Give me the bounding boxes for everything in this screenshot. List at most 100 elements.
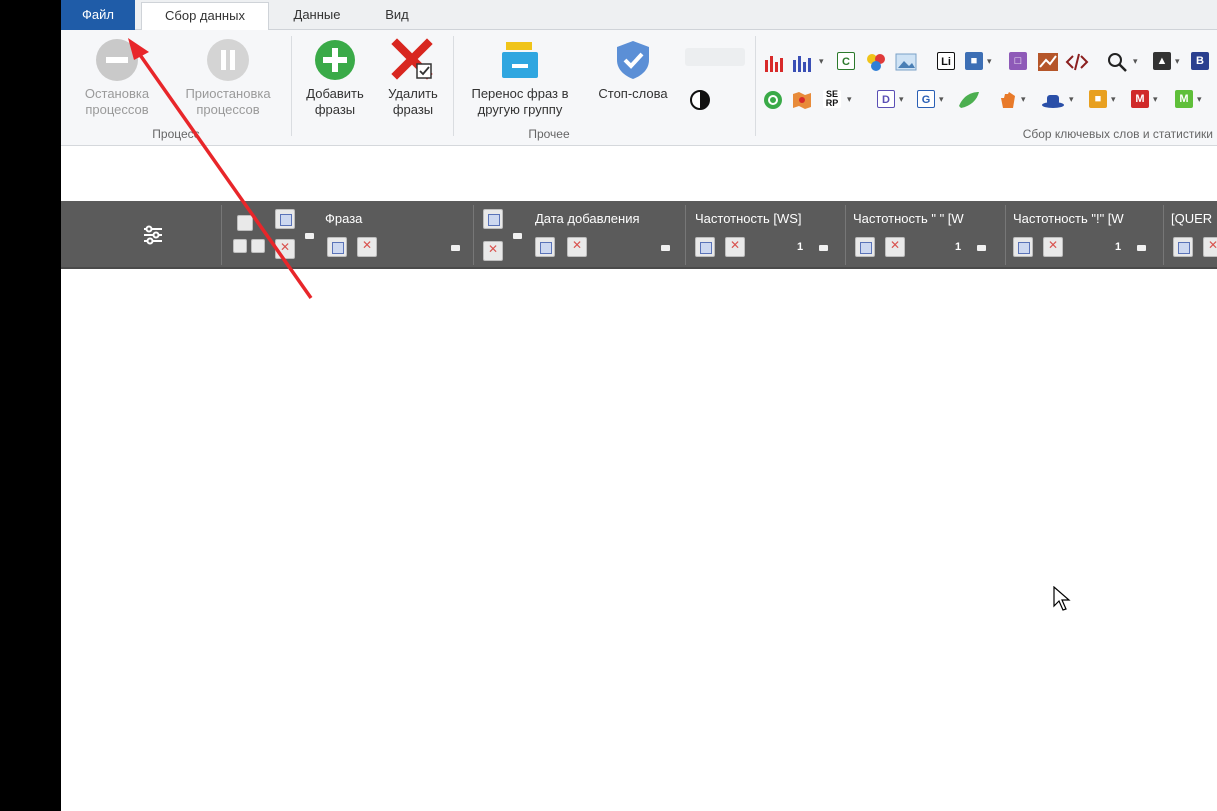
column-settings-icon[interactable]: [141, 223, 165, 247]
undo-redo-disabled: [685, 48, 745, 66]
orange-square-icon[interactable]: ■: [1089, 90, 1107, 108]
dropdown-arrow-icon[interactable]: ▾: [899, 94, 904, 105]
clear-filter-icon[interactable]: [357, 237, 377, 257]
pause-processes-button[interactable]: Приостановка процессов: [169, 38, 287, 118]
colors-icon[interactable]: [865, 52, 887, 72]
sort-marker[interactable]: [305, 233, 314, 239]
column-header-frequency-ws[interactable]: Частотность [WS]: [695, 211, 802, 226]
app-window: Файл Сбор данных Данные Вид Остановка пр…: [61, 0, 1217, 811]
column-header-phrase[interactable]: Фраза: [325, 211, 362, 226]
sort-marker[interactable]: [1137, 245, 1146, 251]
dropdown-arrow-icon[interactable]: ▾: [819, 56, 824, 67]
filter-icon[interactable]: [855, 237, 875, 257]
tab-view[interactable]: Вид: [367, 2, 427, 30]
stop-words-button[interactable]: Стоп-слова: [587, 38, 679, 102]
filter-icon[interactable]: [327, 237, 347, 257]
dropdown-arrow-icon[interactable]: ▾: [1069, 94, 1074, 105]
move-phrases-button[interactable]: Перенос фраз в другую группу: [457, 38, 583, 118]
search-icon[interactable]: [1107, 52, 1129, 72]
red-x-icon: [391, 38, 433, 80]
ribbon-separator: [291, 36, 292, 136]
column-separator: [685, 205, 686, 265]
dropdown-arrow-icon[interactable]: ▾: [1133, 56, 1138, 67]
image-icon[interactable]: [895, 52, 917, 72]
filter-icon[interactable]: [1173, 237, 1193, 257]
sort-marker[interactable]: [819, 245, 828, 251]
column-header-query[interactable]: [QUER: [1171, 211, 1212, 226]
dropdown-arrow-icon[interactable]: ▾: [1175, 56, 1180, 67]
sort-marker[interactable]: [513, 233, 522, 239]
group-label-other: Прочее: [528, 127, 570, 141]
tab-file[interactable]: Файл: [61, 0, 135, 30]
dropdown-arrow-icon[interactable]: ▾: [1021, 94, 1026, 105]
g-icon[interactable]: G: [917, 90, 935, 108]
grid-body-empty[interactable]: [61, 271, 1217, 811]
select-all-checkbox[interactable]: [237, 215, 253, 231]
bar-chart-icon[interactable]: [763, 52, 787, 72]
grid-header: Фраза Дата добавления Частотность [WS] 1…: [61, 201, 1217, 269]
clear-filter-icon[interactable]: [567, 237, 587, 257]
add-phrases-label: Добавить фразы: [306, 86, 364, 117]
group-label-process: Процесс: [152, 127, 200, 141]
hand-icon[interactable]: [997, 90, 1019, 110]
delete-phrases-button[interactable]: Удалить фразы: [377, 38, 449, 118]
pause-circle-icon: [207, 39, 249, 81]
map-icon[interactable]: [791, 90, 813, 110]
clear-filter-icon[interactable]: [1043, 237, 1063, 257]
square-blue-icon[interactable]: ■: [965, 52, 983, 70]
filter-icon[interactable]: [535, 237, 555, 257]
d-icon[interactable]: D: [877, 90, 895, 108]
stop-words-label: Стоп-слова: [598, 86, 668, 101]
contrast-icon[interactable]: [689, 89, 711, 111]
sort-order-indicator: 1: [955, 241, 962, 253]
dropdown-arrow-icon[interactable]: ▾: [939, 94, 944, 105]
chart-dark-icon[interactable]: ▲: [1153, 52, 1171, 70]
filter-icon[interactable]: [695, 237, 715, 257]
column-header-date-added[interactable]: Дата добавления: [535, 211, 640, 226]
purple-tool-icon[interactable]: □: [1009, 52, 1027, 70]
code-icon[interactable]: [1065, 52, 1089, 72]
tab-data[interactable]: Данные: [277, 2, 357, 30]
column-header-frequency-exclamation[interactable]: Частотность "!" [W: [1013, 211, 1124, 226]
ribbon: Остановка процессов Приостановка процесс…: [61, 30, 1217, 146]
clear-filter-icon[interactable]: [725, 237, 745, 257]
clear-filter-icon[interactable]: [885, 237, 905, 257]
filter-icon[interactable]: [1013, 237, 1033, 257]
b-icon[interactable]: B: [1191, 52, 1209, 70]
filter-icon[interactable]: [275, 209, 295, 229]
column-header-frequency-quotes[interactable]: Частотность " " [W: [853, 211, 964, 226]
add-phrases-button[interactable]: Добавить фразы: [297, 38, 373, 118]
li-icon[interactable]: Li: [937, 52, 955, 70]
leaf-icon[interactable]: [957, 90, 981, 110]
tab-data-collection[interactable]: Сбор данных: [141, 2, 269, 31]
dropdown-arrow-icon[interactable]: ▾: [1197, 94, 1202, 105]
c-icon[interactable]: C: [837, 52, 855, 70]
seo-icon[interactable]: SE RP: [823, 90, 841, 108]
sort-marker[interactable]: [977, 245, 986, 251]
mouse-cursor-icon: [1053, 586, 1071, 611]
m-green-icon[interactable]: M: [1175, 90, 1193, 108]
pause-processes-label: Приостановка процессов: [185, 86, 271, 117]
sort-marker[interactable]: [451, 245, 460, 251]
refresh-green-icon[interactable]: [763, 90, 783, 110]
trend-icon[interactable]: [1037, 52, 1059, 72]
hat-icon[interactable]: [1041, 90, 1065, 110]
bar-chart-blue-icon[interactable]: [791, 52, 815, 72]
dropdown-arrow-icon[interactable]: ▾: [987, 56, 992, 67]
sort-marker[interactable]: [661, 245, 670, 251]
dropdown-arrow-icon[interactable]: ▾: [1111, 94, 1116, 105]
dropdown-arrow-icon[interactable]: ▾: [847, 94, 852, 105]
stop-processes-label: Остановка процессов: [84, 86, 150, 117]
clear-filter-icon[interactable]: [275, 239, 295, 259]
clear-filter-icon[interactable]: [1203, 237, 1217, 257]
m-red-icon[interactable]: M: [1131, 90, 1149, 108]
stop-processes-button[interactable]: Остановка процессов: [69, 38, 165, 118]
clear-filter-icon[interactable]: [483, 241, 503, 261]
sort-order-indicator: 1: [797, 241, 804, 253]
move-phrases-label: Перенос фраз в другую группу: [471, 86, 569, 117]
row-select-toggle[interactable]: [251, 239, 265, 253]
dropdown-arrow-icon[interactable]: ▾: [1153, 94, 1158, 105]
filter-icon[interactable]: [483, 209, 503, 229]
delete-phrases-label: Удалить фразы: [388, 86, 438, 117]
row-select-toggle[interactable]: [233, 239, 247, 253]
